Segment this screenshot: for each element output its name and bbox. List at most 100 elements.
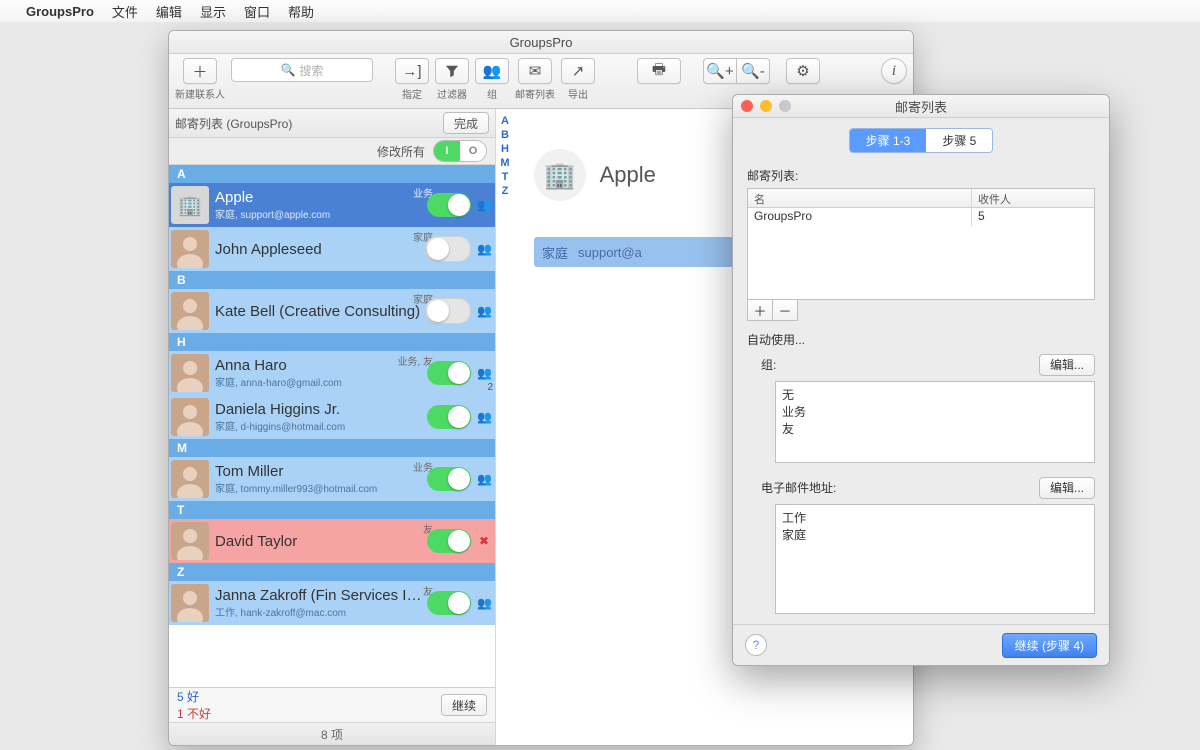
contact-sub: 家庭, d-higgins@hotmail.com <box>215 418 427 433</box>
tab-step-1-3[interactable]: 步骤 1-3 <box>850 129 927 152</box>
zoom-in-button[interactable]: 🔍+ <box>703 58 736 84</box>
info-button[interactable]: i <box>881 58 907 84</box>
contact-row[interactable]: Daniela Higgins Jr.家庭, d-higgins@hotmail… <box>169 395 495 439</box>
cell-count: 5 <box>972 208 1094 226</box>
help-button[interactable]: ? <box>745 634 767 656</box>
desktop: GroupsPro ＋ 新建联系人 🔍 搜索 →]指定 过滤器 👥组 ✉邮寄列表… <box>0 22 1200 750</box>
include-toggle[interactable] <box>427 591 471 615</box>
main-window-titlebar[interactable]: GroupsPro <box>169 31 913 54</box>
contacts-list[interactable]: A🏢Apple家庭, support@apple.com业务👥John Appl… <box>169 165 495 687</box>
list-item[interactable]: 业务 <box>782 403 1088 420</box>
include-toggle[interactable] <box>425 298 471 324</box>
close-icon[interactable] <box>741 100 753 112</box>
modify-all-toggle[interactable]: I O <box>433 140 487 162</box>
error-icon: ✖ <box>477 534 491 548</box>
list-item[interactable]: 无 <box>782 386 1088 403</box>
filter-button[interactable] <box>435 58 469 84</box>
minimize-icon[interactable] <box>760 100 772 112</box>
list-item[interactable]: 友 <box>782 420 1088 437</box>
contact-row[interactable]: Janna Zakroff (Fin Services Inc.)工作, han… <box>169 581 495 625</box>
menu-file[interactable]: 文件 <box>112 2 138 21</box>
col-name[interactable]: 名 <box>748 189 972 207</box>
settings-button[interactable]: ⚙ <box>786 58 820 84</box>
letter-index[interactable]: ABHMTZ <box>496 109 514 745</box>
continue-step4-button[interactable]: 继续 (步骤 4) <box>1002 633 1097 658</box>
index-letter[interactable]: B <box>501 129 509 141</box>
contact-row[interactable]: David Taylor友✖ <box>169 519 495 563</box>
group-icon: 👥 <box>477 472 491 486</box>
add-list-button[interactable]: ＋ <box>747 299 772 321</box>
index-letter[interactable]: T <box>502 171 509 183</box>
zoom-icon[interactable] <box>779 100 791 112</box>
done-button[interactable]: 完成 <box>443 112 489 134</box>
include-toggle[interactable] <box>427 361 471 385</box>
list-item[interactable]: 工作 <box>782 509 1088 526</box>
filter-label: 过滤器 <box>437 86 467 101</box>
group-icon: 👥 <box>477 366 491 380</box>
modify-all-row: 修改所有 I O <box>169 138 495 165</box>
mail-lists-button[interactable]: ✉ <box>518 58 552 84</box>
search-placeholder: 搜索 <box>299 62 323 79</box>
contact-row[interactable]: Tom Miller家庭, tommy.miller993@hotmail.co… <box>169 457 495 501</box>
main-window-title: GroupsPro <box>510 35 573 50</box>
modify-all-off: O <box>460 141 486 161</box>
avatar <box>171 522 209 560</box>
include-toggle[interactable] <box>427 405 471 429</box>
emails-listbox[interactable]: 工作家庭 <box>775 504 1095 614</box>
include-toggle[interactable] <box>425 236 471 262</box>
contact-row[interactable]: John Appleseed家庭👥 <box>169 227 495 271</box>
include-toggle[interactable] <box>427 529 471 553</box>
avatar <box>171 230 209 268</box>
groups-listbox[interactable]: 无业务友 <box>775 381 1095 463</box>
status-row: 5 好 1 不好 继续 <box>169 688 495 722</box>
mailing-lists-label: 邮寄列表: <box>747 167 1095 184</box>
menu-edit[interactable]: 编辑 <box>156 2 182 21</box>
group-icon: 👥 <box>477 198 491 212</box>
contact-row[interactable]: Anna Haro家庭, anna-haro@gmail.com业务, 友👥2 <box>169 351 495 395</box>
tab-step-5[interactable]: 步骤 5 <box>926 129 992 152</box>
status-bad: 1 不好 <box>177 705 211 722</box>
email-addr-label: 电子邮件地址: <box>761 479 836 496</box>
avatar <box>171 460 209 498</box>
edit-groups-button[interactable]: 编辑... <box>1039 354 1095 376</box>
zoom-out-button[interactable]: 🔍- <box>736 58 770 84</box>
new-contact-button[interactable]: ＋ <box>183 58 217 84</box>
include-toggle[interactable] <box>427 467 471 491</box>
contacts-panel-header: 邮寄列表 (GroupsPro) 完成 <box>169 109 495 138</box>
continue-button[interactable]: 继续 <box>441 694 487 716</box>
table-row[interactable]: GroupsPro 5 <box>748 208 1094 226</box>
assign-button[interactable]: →] <box>395 58 429 84</box>
index-letter[interactable]: M <box>500 157 509 169</box>
remove-list-button[interactable]: － <box>772 299 798 321</box>
print-button[interactable]: 🖶 <box>637 58 681 84</box>
search-input[interactable]: 🔍 搜索 <box>231 58 373 82</box>
menu-view[interactable]: 显示 <box>200 2 226 21</box>
mailing-lists-table[interactable]: 名 收件人 GroupsPro 5 <box>747 188 1095 300</box>
menu-help[interactable]: 帮助 <box>288 2 314 21</box>
index-letter[interactable]: A <box>501 115 509 127</box>
contact-row[interactable]: 🏢Apple家庭, support@apple.com业务👥 <box>169 183 495 227</box>
dialog-title: 邮寄列表 <box>895 97 947 116</box>
menu-window[interactable]: 窗口 <box>244 2 270 21</box>
menubar-app-name[interactable]: GroupsPro <box>26 4 94 19</box>
include-toggle[interactable] <box>427 193 471 217</box>
groups-button[interactable]: 👥 <box>475 58 509 84</box>
list-item[interactable]: 家庭 <box>782 526 1088 543</box>
contact-sub: 工作, hank-zakroff@mac.com <box>215 604 427 619</box>
edit-emails-button[interactable]: 编辑... <box>1039 477 1095 499</box>
company-icon: 🏢 <box>534 149 586 201</box>
new-contact-label: 新建联系人 <box>175 86 225 101</box>
index-letter[interactable]: Z <box>502 185 509 197</box>
avatar <box>171 354 209 392</box>
index-letter[interactable]: H <box>501 143 509 155</box>
contact-sub: 家庭, support@apple.com <box>215 206 427 221</box>
count-badge: 2 <box>487 382 493 393</box>
col-recipients[interactable]: 收件人 <box>972 189 1094 207</box>
contact-row[interactable]: Kate Bell (Creative Consulting)家庭👥 <box>169 289 495 333</box>
avatar <box>171 292 209 330</box>
dialog-titlebar[interactable]: 邮寄列表 <box>733 95 1109 118</box>
export-button[interactable]: ↗ <box>561 58 595 84</box>
step-tabs[interactable]: 步骤 1-3 步骤 5 <box>849 128 994 153</box>
contacts-panel-title: 邮寄列表 (GroupsPro) <box>175 115 292 132</box>
detail-email-label: 家庭 <box>542 243 568 262</box>
